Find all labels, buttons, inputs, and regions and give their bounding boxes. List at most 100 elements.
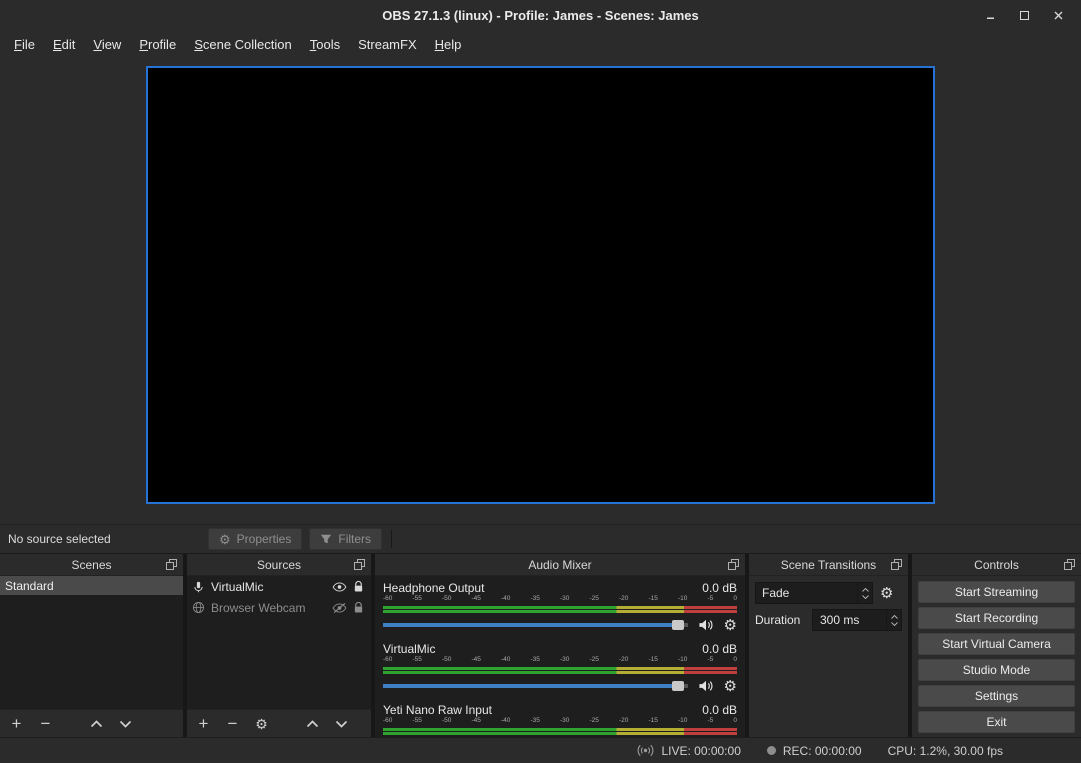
source-toolbar: No source selected ⚙ Properties Filters: [0, 524, 1081, 554]
menu-edit[interactable]: Edit: [44, 33, 84, 56]
title-bar: OBS 27.1.3 (linux) - Profile: James - Sc…: [0, 0, 1081, 30]
close-button[interactable]: [1049, 6, 1067, 24]
remove-scene-button[interactable]: −: [38, 715, 53, 732]
obs-window: OBS 27.1.3 (linux) - Profile: James - Sc…: [0, 0, 1081, 763]
sources-panel-header: Sources: [187, 554, 371, 576]
start-recording-button[interactable]: Start Recording: [918, 607, 1075, 629]
popout-icon[interactable]: [1064, 559, 1075, 570]
speaker-icon[interactable]: [698, 618, 714, 632]
eye-slash-icon[interactable]: [332, 603, 347, 613]
scenes-list: Standard: [0, 576, 183, 709]
meter-tick: -45: [472, 596, 481, 603]
meter-tick: -45: [472, 718, 481, 725]
volume-slider-handle[interactable]: [672, 681, 684, 691]
start-virtual-camera-button[interactable]: Start Virtual Camera: [918, 633, 1075, 655]
dock-row: Scenes Standard + − Sources: [0, 554, 1081, 737]
scene-transitions-body: Fade ⚙ Duration 300 ms: [749, 576, 908, 637]
status-bar: LIVE: 00:00:00 REC: 00:00:00 CPU: 1.2%, …: [0, 737, 1081, 763]
mixer-gear-icon[interactable]: ⚙: [724, 679, 737, 694]
volume-slider-handle[interactable]: [672, 620, 684, 630]
meter-tick: -35: [531, 657, 540, 664]
popout-icon[interactable]: [166, 559, 177, 570]
mixer-volume-db: 0.0 dB: [702, 703, 737, 717]
sources-list: VirtualMic Browser Webcam: [187, 576, 371, 709]
popout-icon[interactable]: [891, 559, 902, 570]
scenes-panel-title: Scenes: [71, 558, 111, 572]
mixer-channel-headphone: Headphone Output 0.0 dB -60-55-50-45-40-…: [375, 578, 745, 635]
popout-icon[interactable]: [728, 559, 739, 570]
menu-view[interactable]: View: [84, 33, 130, 56]
remove-source-button[interactable]: −: [225, 715, 240, 732]
transition-settings-icon[interactable]: ⚙: [880, 586, 893, 601]
menu-tools[interactable]: Tools: [301, 33, 349, 56]
mixer-channel-name: Headphone Output: [383, 581, 484, 595]
move-scene-down-button[interactable]: [118, 715, 133, 732]
source-item-virtualmic[interactable]: VirtualMic: [187, 576, 371, 597]
minimize-button[interactable]: [981, 6, 999, 24]
meter-tick: -10: [678, 596, 687, 603]
meter-tick: -40: [501, 718, 510, 725]
meter-tick: 0: [733, 718, 737, 725]
properties-button[interactable]: ⚙ Properties: [208, 528, 302, 550]
meter-scale: -60-55-50-45-40-35-30-25-20-15-10-50: [383, 657, 737, 666]
source-properties-icon[interactable]: ⚙: [254, 715, 269, 732]
volume-meter: [383, 606, 737, 613]
meter-tick: -40: [501, 657, 510, 664]
start-streaming-button[interactable]: Start Streaming: [918, 581, 1075, 603]
meter-tick: -50: [442, 596, 451, 603]
eye-icon[interactable]: [332, 582, 347, 592]
transition-select[interactable]: Fade: [755, 582, 873, 604]
move-source-down-button[interactable]: [334, 715, 349, 732]
scene-transitions-header: Scene Transitions: [749, 554, 908, 576]
menu-help[interactable]: Help: [426, 33, 471, 56]
mixer-gear-icon[interactable]: ⚙: [724, 618, 737, 633]
preview-canvas[interactable]: [146, 66, 935, 504]
audio-mixer-header: Audio Mixer: [375, 554, 745, 576]
meter-tick: -25: [590, 596, 599, 603]
move-scene-up-button[interactable]: [89, 715, 104, 732]
menu-file[interactable]: File: [5, 33, 44, 56]
lock-icon[interactable]: [353, 580, 364, 593]
meter-tick: -10: [678, 657, 687, 664]
volume-slider[interactable]: [383, 679, 688, 693]
add-source-button[interactable]: +: [196, 715, 211, 732]
meter-tick: -55: [413, 718, 422, 725]
mixer-channel-yeti: Yeti Nano Raw Input 0.0 dB -60-55-50-45-…: [375, 700, 745, 737]
meter-tick: -30: [560, 596, 569, 603]
popout-icon[interactable]: [354, 559, 365, 570]
audio-mixer-body: Headphone Output 0.0 dB -60 -55 -50 -45 -40 -…: [375, 576, 745, 737]
filters-button[interactable]: Filters: [309, 528, 382, 550]
menu-profile[interactable]: Profile: [130, 33, 185, 56]
globe-icon: [192, 601, 205, 614]
menu-streamfx[interactable]: StreamFX: [349, 33, 426, 56]
volume-slider[interactable]: [383, 618, 688, 632]
meter-tick: -60: [383, 718, 392, 725]
scenes-panel-header: Scenes: [0, 554, 183, 576]
no-source-label: No source selected: [8, 532, 208, 546]
volume-meter: [383, 728, 737, 735]
controls-panel-header: Controls: [912, 554, 1081, 576]
scene-item-standard[interactable]: Standard: [0, 576, 183, 595]
combo-spinner[interactable]: [857, 583, 872, 603]
duration-label: Duration: [755, 613, 805, 627]
meter-tick: -20: [619, 596, 628, 603]
lock-icon[interactable]: [353, 601, 364, 614]
settings-button[interactable]: Settings: [918, 685, 1075, 707]
controls-body: Start Streaming Start Recording Start Vi…: [912, 576, 1081, 737]
meter-tick: -60: [383, 657, 392, 664]
duration-spinner[interactable]: [886, 610, 901, 630]
meter-tick: -25: [590, 718, 599, 725]
maximize-button[interactable]: [1015, 6, 1033, 24]
speaker-icon[interactable]: [698, 679, 714, 693]
add-scene-button[interactable]: +: [9, 715, 24, 732]
source-item-browser-webcam[interactable]: Browser Webcam: [187, 597, 371, 618]
studio-mode-button[interactable]: Studio Mode: [918, 659, 1075, 681]
meter-tick: -20: [619, 718, 628, 725]
exit-button[interactable]: Exit: [918, 711, 1075, 733]
move-source-up-button[interactable]: [305, 715, 320, 732]
menu-scene-collection[interactable]: Scene Collection: [185, 33, 301, 56]
duration-spinbox[interactable]: 300 ms: [812, 609, 902, 631]
scenes-toolbar: + −: [0, 709, 183, 737]
scenes-panel: Scenes Standard + −: [0, 554, 183, 737]
window-title: OBS 27.1.3 (linux) - Profile: James - Sc…: [0, 8, 1081, 23]
